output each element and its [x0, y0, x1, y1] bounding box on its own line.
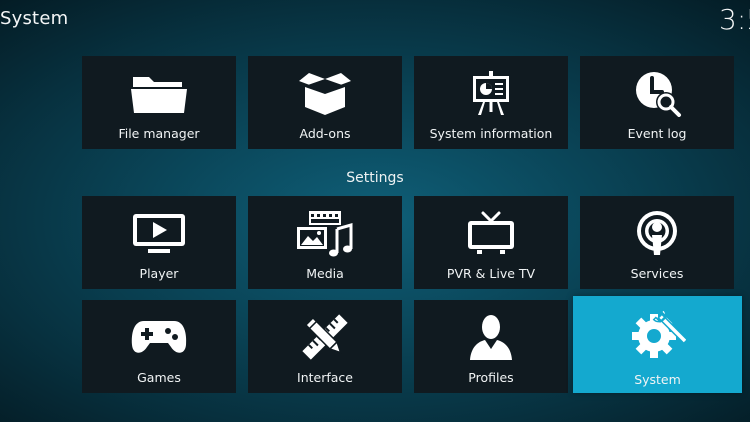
tile-label: PVR & Live TV: [446, 266, 536, 281]
tile-label: System: [634, 372, 681, 387]
tile-games[interactable]: Games: [82, 300, 236, 393]
tile-services[interactable]: Services: [580, 196, 734, 289]
tile-label: Interface: [297, 370, 353, 385]
tile-label: Media: [306, 266, 344, 281]
pencil-ruler-icon: [248, 314, 402, 360]
tile-system-information[interactable]: System information: [414, 56, 568, 149]
gear-wrench-icon: [573, 308, 742, 360]
person-profile-icon: [414, 314, 568, 360]
settings-heading: Settings: [346, 170, 404, 186]
gamepad-icon: [82, 314, 236, 360]
tile-add-ons[interactable]: Add-ons: [248, 56, 402, 149]
tile-label: Games: [137, 370, 181, 385]
tile-label: Add-ons: [299, 126, 351, 141]
clock: 3:5: [719, 3, 750, 36]
tile-label: Profiles: [468, 370, 514, 385]
open-box-icon: [248, 70, 402, 116]
tile-label: Player: [139, 266, 179, 281]
tile-player[interactable]: Player: [82, 196, 236, 289]
broadcast-podcast-icon: [580, 210, 734, 256]
play-monitor-icon: [82, 210, 236, 256]
clock-magnifier-icon: [580, 70, 734, 117]
tile-label: Event log: [627, 126, 687, 141]
tile-event-log[interactable]: Event log: [580, 56, 734, 149]
tv-antenna-icon: [414, 210, 568, 256]
presentation-board-icon: [414, 70, 568, 116]
tile-label: System information: [429, 126, 553, 141]
tile-media[interactable]: Media: [248, 196, 402, 289]
tile-interface[interactable]: Interface: [248, 300, 402, 393]
tile-pvr-live-tv[interactable]: PVR & Live TV: [414, 196, 568, 289]
tile-profiles[interactable]: Profiles: [414, 300, 568, 393]
page-title: System: [0, 8, 69, 29]
tile-label: File manager: [118, 126, 200, 141]
tile-file-manager[interactable]: File manager: [82, 56, 236, 149]
tile-label: Services: [630, 266, 684, 281]
tile-system[interactable]: System: [573, 296, 742, 393]
media-film-music-icon: [248, 210, 402, 257]
folder-icon: [82, 70, 236, 116]
